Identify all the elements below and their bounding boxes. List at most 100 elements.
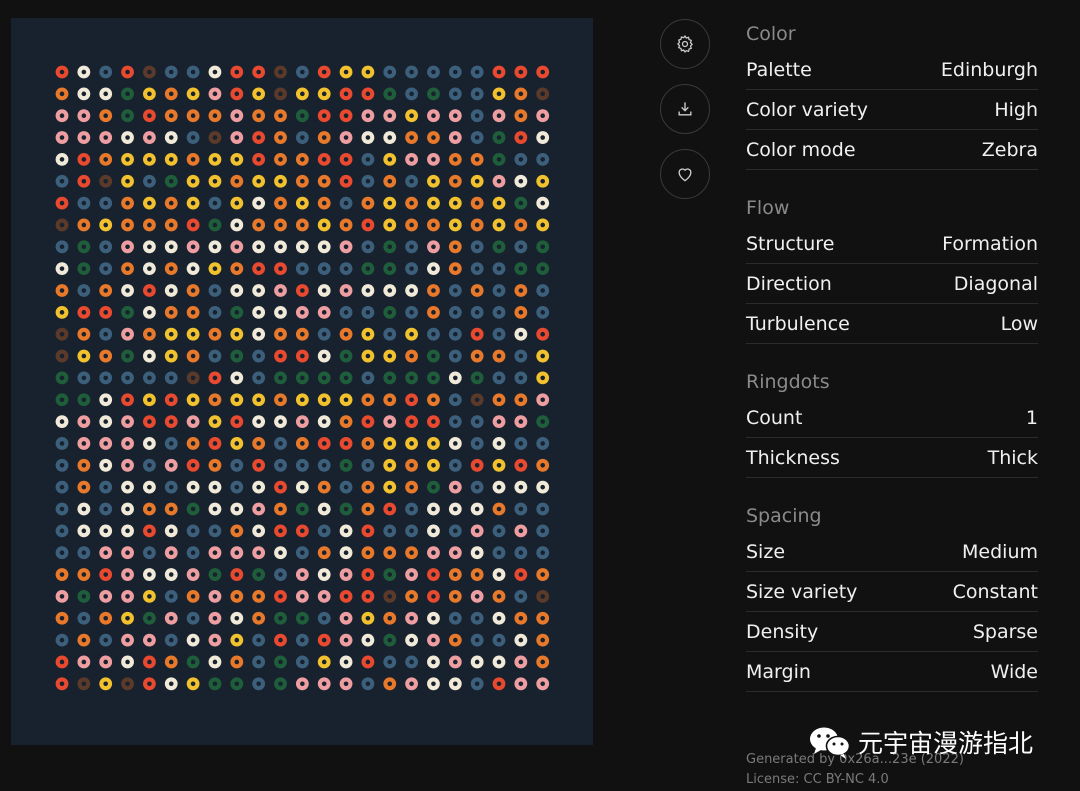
ringdot <box>121 371 134 385</box>
density-row[interactable]: Density Sparse <box>746 613 1038 652</box>
ringdot <box>361 196 375 210</box>
ringdot <box>274 327 287 341</box>
ringdot <box>536 196 550 210</box>
ringdot <box>448 349 462 363</box>
ringdot <box>143 371 156 385</box>
ringdot <box>536 458 550 472</box>
ringdot <box>55 480 69 494</box>
favorite-button[interactable] <box>660 149 710 199</box>
size-value: Medium <box>962 541 1038 563</box>
ringdot <box>55 262 69 276</box>
ringdot <box>383 371 397 385</box>
ringdot <box>448 262 462 276</box>
ringdot <box>536 590 550 603</box>
count-row[interactable]: Count 1 <box>746 399 1038 438</box>
ringdot <box>448 284 462 297</box>
ringdot <box>514 218 528 232</box>
ringdot <box>186 415 200 428</box>
ringdot <box>55 305 69 319</box>
ringdot <box>492 349 506 363</box>
color-variety-row[interactable]: Color variety High <box>746 91 1038 130</box>
ringdot <box>536 327 550 341</box>
ringdot <box>252 480 266 494</box>
ringdot <box>295 131 309 144</box>
ringdot <box>383 65 397 79</box>
ringdot <box>230 633 244 647</box>
ringdot <box>339 240 353 254</box>
structure-row[interactable]: Structure Formation <box>746 225 1038 264</box>
flow-section: Flow Structure Formation Direction Diago… <box>746 192 1038 344</box>
size-row[interactable]: Size Medium <box>746 533 1038 572</box>
direction-row[interactable]: Direction Diagonal <box>746 265 1038 304</box>
ringdot <box>383 109 397 123</box>
ringdot <box>295 502 309 516</box>
thickness-row[interactable]: Thickness Thick <box>746 439 1038 478</box>
ringdot <box>470 524 484 538</box>
ringdot <box>55 65 69 79</box>
ringdot <box>492 393 506 407</box>
heart-icon <box>678 168 692 182</box>
ringdot <box>514 153 528 166</box>
ringdot <box>295 677 309 691</box>
ringdot <box>536 109 550 123</box>
ringdot <box>317 109 331 123</box>
ringdot <box>252 590 266 603</box>
ringdot <box>448 393 462 407</box>
ringdot <box>208 524 222 538</box>
ringdot <box>427 196 440 210</box>
ringdot <box>274 196 287 210</box>
watermark: 元宇宙漫游指北 <box>808 724 1033 760</box>
ringdot <box>536 393 550 407</box>
ringdot <box>99 458 113 472</box>
ringdot <box>536 437 550 450</box>
ringdot <box>448 502 462 516</box>
color-mode-row[interactable]: Color mode Zebra <box>746 131 1038 170</box>
ringdot <box>361 677 375 691</box>
ringdot <box>164 546 178 560</box>
ringdot <box>164 87 178 101</box>
ringdot <box>448 415 462 428</box>
ringdot <box>317 677 331 691</box>
ringdot <box>405 131 418 144</box>
ringdot <box>383 480 397 494</box>
ringdot <box>230 415 244 428</box>
size-variety-row[interactable]: Size variety Constant <box>746 573 1038 612</box>
ringdot <box>186 349 200 363</box>
ringdot <box>55 415 69 428</box>
ringdot <box>77 546 91 560</box>
ringdot <box>230 677 244 691</box>
ringdot <box>383 655 397 669</box>
ringdot <box>470 568 484 581</box>
ringdot <box>55 502 69 516</box>
ringdot <box>405 458 418 472</box>
ringdot <box>448 109 462 123</box>
ringdot <box>77 502 91 516</box>
ringdot <box>143 174 156 188</box>
ringdot <box>274 284 287 297</box>
settings-button[interactable] <box>660 19 710 69</box>
ringdot <box>121 415 134 428</box>
margin-row[interactable]: Margin Wide <box>746 653 1038 692</box>
structure-value: Formation <box>942 233 1038 255</box>
turbulence-row[interactable]: Turbulence Low <box>746 305 1038 344</box>
ringdot <box>470 153 484 166</box>
ringdot <box>230 109 244 123</box>
ringdot <box>186 327 200 341</box>
ringdot <box>383 415 397 428</box>
ringdot <box>536 568 550 581</box>
ringdot <box>99 437 113 450</box>
margin-label: Margin <box>746 661 811 683</box>
ringdot <box>405 480 418 494</box>
palette-row[interactable]: Palette Edinburgh <box>746 51 1038 90</box>
ringdot <box>339 524 353 538</box>
ringdot <box>230 655 244 669</box>
ringdot <box>427 349 440 363</box>
ringdot <box>361 284 375 297</box>
ringdot <box>470 371 484 385</box>
ringdot <box>492 305 506 319</box>
download-button[interactable] <box>660 84 710 134</box>
ringdot <box>186 196 200 210</box>
ringdot <box>514 480 528 494</box>
ringdot <box>361 415 375 428</box>
ringdot <box>164 611 178 625</box>
